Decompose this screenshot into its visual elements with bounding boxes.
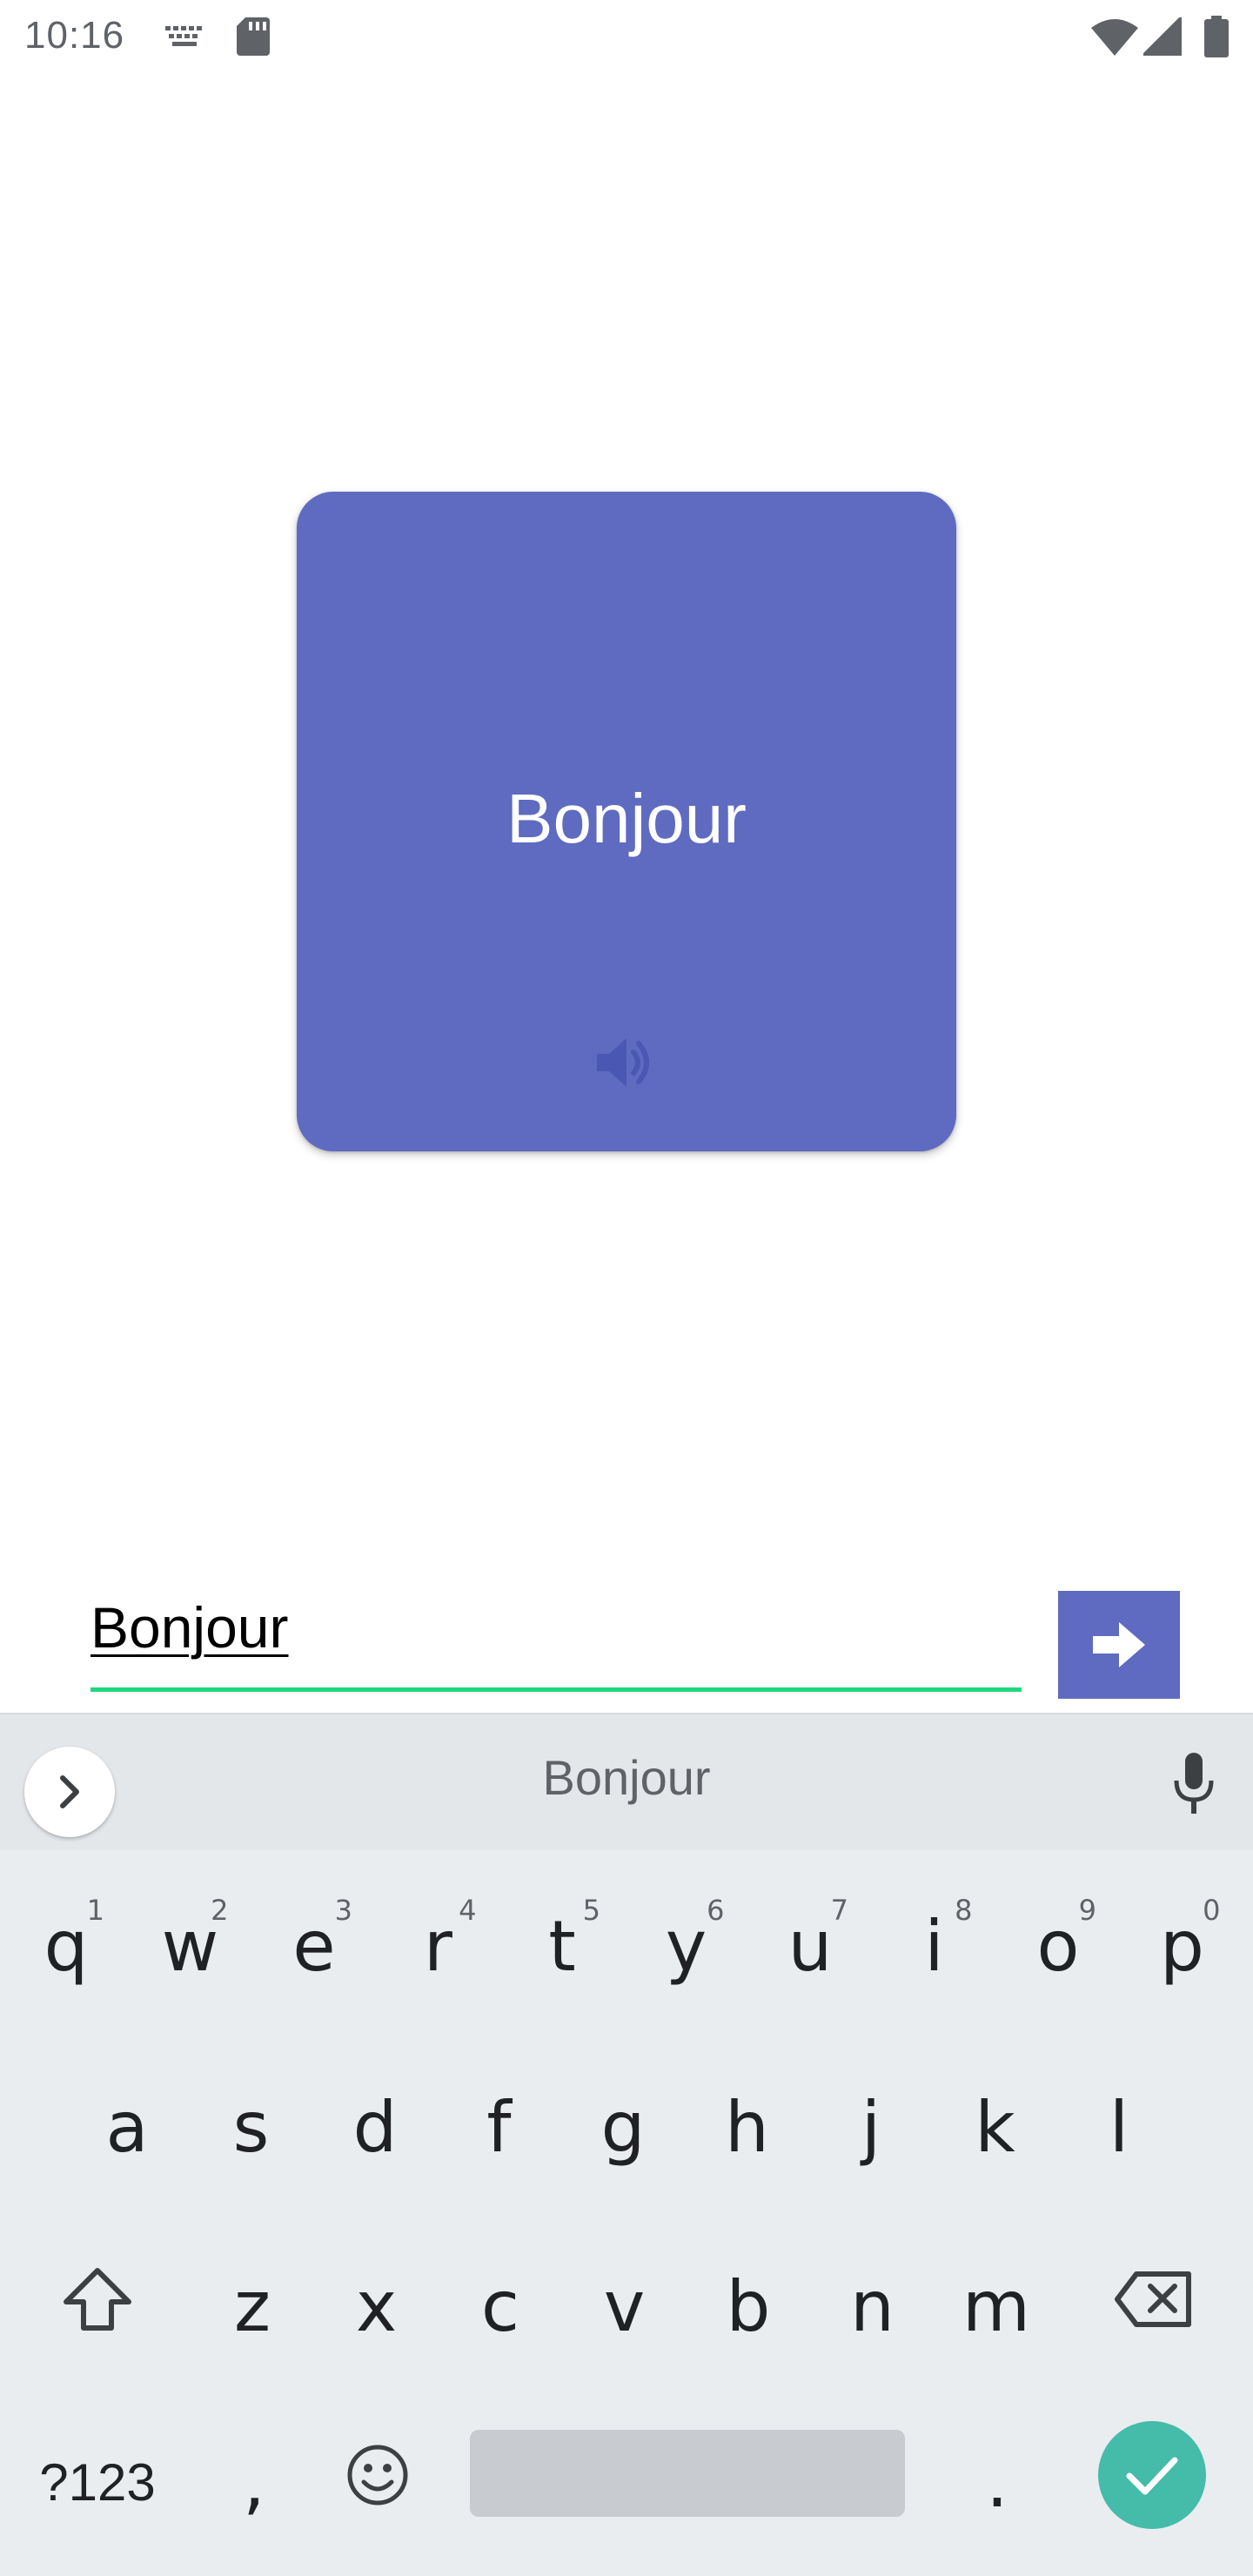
key-label: v — [603, 2265, 646, 2347]
microphone-icon — [1174, 1753, 1214, 1814]
key-label: y — [665, 1905, 707, 1987]
card-word: Bonjour — [506, 780, 747, 857]
key-label: x — [355, 2265, 398, 2347]
space-key[interactable] — [470, 2430, 905, 2517]
key-hint: 7 — [830, 1894, 848, 1927]
key-hint: 6 — [707, 1894, 725, 1927]
key-label: q — [44, 1905, 89, 1987]
key-label: r — [424, 1905, 452, 1987]
key-label: u — [787, 1905, 833, 1987]
key-hint: 5 — [582, 1894, 600, 1927]
key-b[interactable]: b — [687, 2230, 809, 2369]
backspace-key[interactable] — [1093, 2230, 1215, 2369]
key-label: e — [292, 1905, 336, 1987]
key-w[interactable]: w2 — [130, 1869, 251, 2009]
key-e[interactable]: e3 — [253, 1869, 375, 2009]
shift-icon — [64, 2268, 131, 2331]
key-label: a — [105, 2086, 149, 2168]
key-v[interactable]: v — [564, 2230, 686, 2369]
key-hint: 1 — [86, 1894, 104, 1927]
key-s[interactable]: s — [191, 2050, 312, 2190]
keyboard-expand-button[interactable] — [24, 1747, 115, 1837]
key-m[interactable]: m — [935, 2230, 1057, 2369]
battery-icon — [1204, 16, 1229, 57]
key-hint: 9 — [1078, 1894, 1096, 1927]
key-j[interactable]: j — [810, 2050, 932, 2190]
key-label: k — [975, 2086, 1015, 2168]
key-label: p — [1160, 1905, 1204, 1987]
comma-key-label: , — [243, 2441, 265, 2523]
keyboard-suggestion-strip: Bonjour — [0, 1713, 1253, 1850]
key-label: j — [861, 2086, 881, 2168]
wifi-icon — [1091, 19, 1138, 56]
answer-input-underline — [90, 1687, 1022, 1692]
key-p[interactable]: p0 — [1122, 1869, 1243, 2009]
key-f[interactable]: f — [439, 2050, 560, 2190]
key-label: n — [850, 2265, 895, 2347]
shift-key[interactable] — [37, 2230, 158, 2369]
emoji-key[interactable] — [317, 2405, 439, 2545]
key-hint: 3 — [334, 1894, 352, 1927]
key-t[interactable]: t5 — [501, 1869, 623, 2009]
answer-input[interactable]: Bonjour — [90, 1599, 1022, 1656]
key-a[interactable]: a — [66, 2050, 188, 2190]
key-label: f — [486, 2086, 512, 2168]
arrow-right-icon — [1093, 1622, 1145, 1667]
key-label: d — [352, 2086, 398, 2168]
period-key[interactable]: . — [936, 2405, 1058, 2545]
key-h[interactable]: h — [687, 2050, 808, 2190]
play-audio-button[interactable] — [595, 1031, 658, 1094]
key-label: z — [234, 2265, 271, 2347]
key-label: g — [600, 2086, 646, 2168]
key-label: s — [232, 2086, 270, 2168]
sd-card-icon — [237, 17, 270, 56]
key-y[interactable]: y6 — [626, 1869, 747, 2009]
key-hint: 2 — [211, 1894, 229, 1927]
key-label: l — [1109, 2086, 1129, 2168]
key-hint: 0 — [1203, 1894, 1221, 1927]
key-i[interactable]: i8 — [874, 1869, 995, 2009]
voice-input-button[interactable] — [1166, 1749, 1222, 1819]
key-r[interactable]: r4 — [378, 1869, 499, 2009]
cell-signal-icon — [1143, 17, 1182, 56]
key-label: t — [548, 1905, 576, 1987]
key-label: c — [481, 2265, 519, 2347]
keyboard-suggestion[interactable]: Bonjour — [452, 1749, 801, 1806]
backspace-icon — [1115, 2271, 1191, 2327]
key-label: o — [1036, 1905, 1080, 1987]
chevron-right-icon — [60, 1775, 79, 1808]
key-l[interactable]: l — [1058, 2050, 1180, 2190]
key-o[interactable]: o9 — [997, 1869, 1119, 2009]
checkmark-icon — [1126, 2457, 1178, 2495]
key-label: i — [924, 1905, 944, 1987]
key-label: b — [726, 2265, 771, 2347]
emoji-icon — [347, 2445, 408, 2506]
key-hint: 4 — [459, 1894, 477, 1927]
flash-card[interactable]: Bonjour — [297, 492, 956, 1151]
symbols-key[interactable]: ?123 — [37, 2405, 158, 2545]
submit-answer-button[interactable] — [1058, 1591, 1180, 1699]
key-k[interactable]: k — [935, 2050, 1056, 2190]
key-q[interactable]: q1 — [5, 1869, 127, 2009]
key-label: m — [962, 2265, 1030, 2347]
key-z[interactable]: z — [191, 2230, 313, 2369]
key-x[interactable]: x — [316, 2230, 438, 2369]
key-g[interactable]: g — [562, 2050, 684, 2190]
speaker-icon — [597, 1038, 649, 1087]
key-c[interactable]: c — [439, 2230, 561, 2369]
key-label: h — [725, 2086, 769, 2168]
keyboard-icon — [165, 26, 202, 46]
period-key-label: . — [986, 2441, 1008, 2523]
status-time: 10:16 — [24, 14, 125, 57]
comma-key[interactable]: , — [193, 2405, 315, 2545]
key-n[interactable]: n — [812, 2230, 934, 2369]
symbols-key-label: ?123 — [39, 2452, 156, 2512]
status-bar: 10:16 — [0, 0, 1253, 73]
key-u[interactable]: u7 — [749, 1869, 871, 2009]
key-hint: 8 — [955, 1894, 973, 1927]
key-d[interactable]: d — [314, 2050, 436, 2190]
enter-key[interactable] — [1098, 2421, 1206, 2529]
